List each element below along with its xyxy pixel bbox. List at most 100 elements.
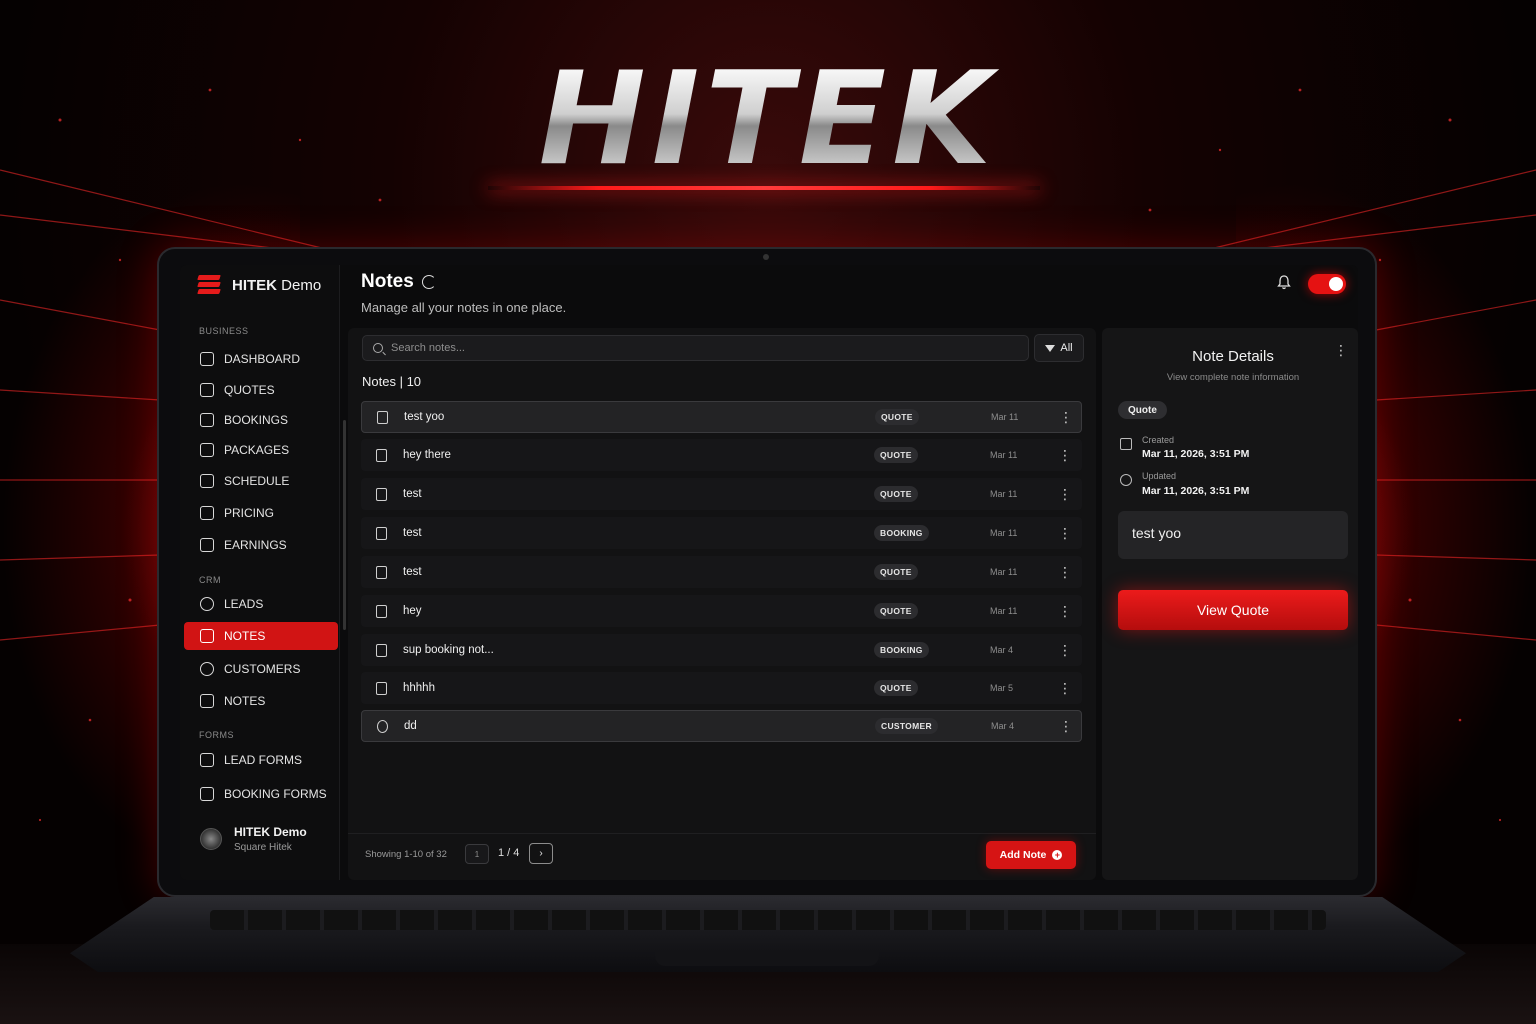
users-icon bbox=[200, 662, 214, 676]
page-input[interactable]: 1 bbox=[465, 844, 489, 864]
notes-count: Notes | 10 bbox=[362, 374, 422, 389]
updated-label: Updated bbox=[1142, 471, 1177, 481]
sidebar-item-earnings[interactable]: EARNINGS bbox=[184, 531, 338, 559]
note-date: Mar 4 bbox=[991, 721, 1015, 731]
more-options-icon[interactable]: ⋮ bbox=[1334, 342, 1348, 359]
note-date: Mar 11 bbox=[990, 489, 1018, 499]
more-options-icon[interactable]: ⋮ bbox=[1058, 487, 1072, 501]
next-page-button[interactable]: › bbox=[529, 843, 553, 864]
note-type-badge: BOOKING bbox=[874, 642, 929, 658]
earnings-icon bbox=[200, 538, 214, 552]
note-title: hey there bbox=[403, 449, 451, 461]
note-row[interactable]: hey there QUOTE Mar 11 ⋮ bbox=[361, 439, 1082, 471]
sidebar-item-notes[interactable]: NOTES bbox=[184, 687, 338, 715]
quote-icon bbox=[376, 487, 387, 501]
sidebar-item-bookings[interactable]: BOOKINGS bbox=[184, 406, 338, 434]
theme-toggle[interactable] bbox=[1308, 274, 1346, 294]
note-type-badge: BOOKING bbox=[874, 525, 929, 541]
note-row[interactable]: sup booking not... BOOKING Mar 4 ⋮ bbox=[361, 634, 1082, 666]
note-type-badge: QUOTE bbox=[875, 409, 919, 425]
quote-icon bbox=[376, 681, 387, 695]
search-bar[interactable] bbox=[362, 335, 1029, 361]
created-label: Created bbox=[1142, 435, 1175, 445]
note-row[interactable]: hhhhh QUOTE Mar 5 ⋮ bbox=[361, 672, 1082, 704]
updated-value: Mar 11, 2026, 3:51 PM bbox=[1142, 485, 1250, 497]
note-type-badge: QUOTE bbox=[874, 447, 918, 463]
quote-icon bbox=[376, 565, 387, 579]
sidebar-item-lead-forms[interactable]: LEAD FORMS bbox=[184, 746, 338, 774]
note-title: hhhhh bbox=[403, 682, 435, 694]
sidebar-item-quotes[interactable]: QUOTES bbox=[184, 376, 338, 404]
clipboard-icon bbox=[200, 753, 214, 767]
dashboard-icon bbox=[200, 352, 214, 366]
section-forms: FORMS bbox=[199, 730, 234, 740]
note-title: test yoo bbox=[404, 411, 445, 423]
more-options-icon[interactable]: ⋮ bbox=[1058, 448, 1072, 462]
search-input[interactable] bbox=[391, 342, 991, 354]
sidebar-item-leads[interactable]: LEADS bbox=[184, 590, 338, 618]
created-value: Mar 11, 2026, 3:51 PM bbox=[1142, 448, 1250, 460]
sidebar-item-schedule[interactable]: SCHEDULE bbox=[184, 467, 338, 495]
user-profile[interactable]: HITEK Demo Square Hitek bbox=[200, 825, 307, 853]
note-row[interactable]: test BOOKING Mar 11 ⋮ bbox=[361, 517, 1082, 549]
view-quote-button[interactable]: View Quote bbox=[1118, 590, 1348, 630]
pagination-summary: Showing 1-10 of 32 bbox=[365, 849, 447, 860]
filter-button[interactable]: All bbox=[1034, 334, 1084, 362]
sidebar-item-pricing[interactable]: PRICING bbox=[184, 499, 338, 527]
user-subtitle: Square Hitek bbox=[234, 842, 292, 853]
section-business: BUSINESS bbox=[199, 326, 249, 336]
note-icon bbox=[200, 629, 214, 643]
note-row[interactable]: test yoo QUOTE Mar 11 ⋮ bbox=[361, 401, 1082, 433]
note-type-badge: QUOTE bbox=[874, 564, 918, 580]
note-details-panel: Note Details View complete note informat… bbox=[1102, 328, 1358, 880]
quote-icon bbox=[200, 383, 214, 397]
note-row[interactable]: hey QUOTE Mar 11 ⋮ bbox=[361, 595, 1082, 627]
more-options-icon[interactable]: ⋮ bbox=[1059, 410, 1073, 424]
note-title: hey bbox=[403, 605, 422, 617]
brand-logo-icon bbox=[197, 275, 221, 295]
note-date: Mar 11 bbox=[991, 412, 1019, 422]
hitek-logo: HITEK bbox=[0, 56, 1536, 184]
note-title: test bbox=[403, 566, 422, 578]
sidebar-item-packages[interactable]: PACKAGES bbox=[184, 436, 338, 464]
sidebar-brand[interactable]: HITEK Demo bbox=[197, 275, 321, 295]
note-date: Mar 11 bbox=[990, 450, 1018, 460]
page-title: Notes bbox=[361, 271, 414, 292]
note-content: test yoo bbox=[1118, 511, 1348, 559]
more-options-icon[interactable]: ⋮ bbox=[1058, 565, 1072, 579]
pricing-icon bbox=[200, 506, 214, 520]
calendar-icon bbox=[1120, 438, 1132, 450]
sidebar-item-dashboard[interactable]: DASHBOARD bbox=[184, 345, 338, 373]
sidebar-item-customers[interactable]: CUSTOMERS bbox=[184, 655, 338, 683]
user-icon bbox=[200, 597, 214, 611]
app-screen: HITEK Demo BUSINESS DASHBOARD QUOTES BOO… bbox=[180, 265, 1358, 880]
note-row[interactable]: dd CUSTOMER Mar 4 ⋮ bbox=[361, 710, 1082, 742]
keyboard bbox=[210, 910, 1326, 930]
note-date: Mar 11 bbox=[990, 528, 1018, 538]
avatar bbox=[200, 828, 222, 850]
more-options-icon[interactable]: ⋮ bbox=[1058, 526, 1072, 540]
more-options-icon[interactable]: ⋮ bbox=[1058, 604, 1072, 618]
more-options-icon[interactable]: ⋮ bbox=[1058, 643, 1072, 657]
user-icon bbox=[377, 719, 388, 733]
note-date: Mar 11 bbox=[990, 567, 1018, 577]
note-icon bbox=[200, 694, 214, 708]
calendar-icon bbox=[200, 413, 214, 427]
more-options-icon[interactable]: ⋮ bbox=[1058, 681, 1072, 695]
sidebar-item-booking-forms[interactable]: BOOKING FORMS bbox=[184, 780, 338, 808]
sidebar-item-notes-active[interactable]: NOTES bbox=[184, 622, 338, 650]
logo-underline bbox=[488, 186, 1040, 190]
note-row[interactable]: test QUOTE Mar 11 ⋮ bbox=[361, 556, 1082, 588]
add-note-button[interactable]: Add Note + bbox=[986, 841, 1076, 869]
footer-divider bbox=[348, 833, 1096, 834]
schedule-icon bbox=[200, 474, 214, 488]
more-options-icon[interactable]: ⋮ bbox=[1059, 719, 1073, 733]
note-row[interactable]: test QUOTE Mar 11 ⋮ bbox=[361, 478, 1082, 510]
bell-icon[interactable] bbox=[1277, 275, 1291, 290]
refresh-icon[interactable] bbox=[422, 275, 436, 289]
document-icon bbox=[376, 604, 387, 618]
sidebar-scrollbar[interactable] bbox=[343, 420, 346, 630]
notes-panel: All Notes | 10 test yoo QUOTE Mar 11 ⋮ h… bbox=[348, 328, 1096, 880]
note-type-badge: QUOTE bbox=[874, 603, 918, 619]
quote-icon bbox=[376, 448, 387, 462]
